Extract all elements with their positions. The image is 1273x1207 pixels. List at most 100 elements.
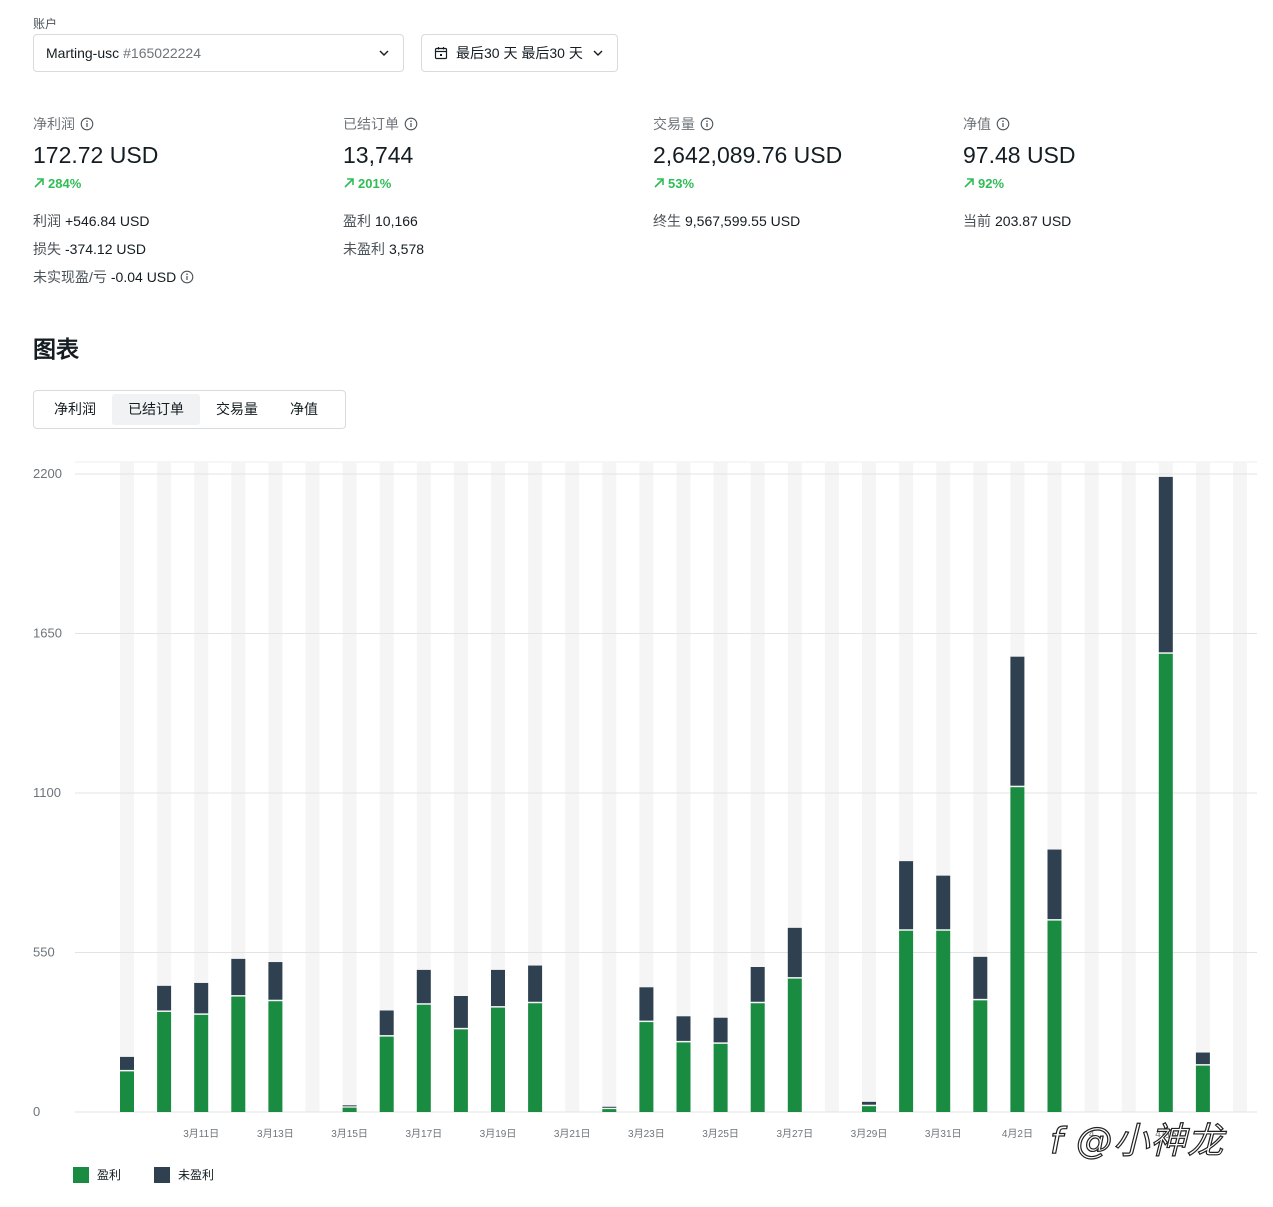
- date-range-label: 最后30 天 最后30 天: [456, 45, 583, 61]
- x-tick-label: 3月27日: [776, 1128, 813, 1140]
- metric-row: 未实现盈/亏 -0.04 USD: [33, 267, 333, 287]
- row-label: 盈利: [343, 213, 371, 229]
- account-name: Marting-usc: [46, 45, 120, 61]
- row-label: 未盈利: [343, 241, 385, 257]
- y-tick-label: 1650: [33, 626, 62, 641]
- calendar-icon: [434, 46, 448, 60]
- arrow-up-right-icon: [653, 177, 665, 189]
- bar-profit: [379, 1036, 394, 1112]
- metric-title: 净利润: [33, 116, 75, 132]
- bar-loss: [1047, 849, 1062, 920]
- bar-background: [1084, 462, 1099, 1112]
- bar-profit: [713, 1043, 728, 1112]
- bar-profit: [750, 1003, 765, 1112]
- x-tick-label: 3月19日: [480, 1128, 517, 1140]
- x-tick-label: 3月25日: [702, 1128, 739, 1140]
- metric-change-value: 201%: [358, 175, 392, 191]
- metric-row: 损失 -374.12 USD: [33, 239, 333, 259]
- bar-background: [305, 462, 320, 1112]
- metric-change: 53%: [653, 175, 953, 191]
- bar-loss: [676, 1016, 691, 1041]
- bar-loss: [231, 958, 246, 996]
- x-tick-label: 3月21日: [554, 1128, 591, 1140]
- account-select[interactable]: Marting-usc #165022224: [33, 34, 404, 72]
- tab-closed-orders[interactable]: 已结订单: [112, 394, 200, 425]
- metric-row: 当前 203.87 USD: [963, 211, 1263, 231]
- bar-profit: [862, 1106, 876, 1112]
- bar-loss: [528, 965, 543, 1002]
- chart-tabs: 净利润 已结订单 交易量 净值: [33, 390, 346, 429]
- metric-change-value: 53%: [668, 175, 695, 191]
- bar-loss: [899, 861, 914, 930]
- info-icon[interactable]: [404, 117, 418, 131]
- bar-background: [602, 462, 617, 1112]
- info-icon[interactable]: [700, 117, 714, 131]
- metric-change-value: 92%: [978, 175, 1005, 191]
- bar-loss: [157, 985, 172, 1011]
- watermark: f @小神龙: [1049, 1120, 1225, 1162]
- info-icon[interactable]: [996, 117, 1010, 131]
- y-tick-label: 2200: [33, 466, 62, 481]
- bar-loss: [194, 982, 209, 1014]
- bar-loss: [1195, 1052, 1210, 1065]
- bar-loss: [491, 969, 505, 1007]
- bar-background: [1121, 462, 1136, 1112]
- metric-row: 未盈利 3,578: [343, 239, 643, 259]
- metric-row: 终生 9,567,599.55 USD: [653, 211, 953, 231]
- date-range-select[interactable]: 最后30 天 最后30 天: [421, 34, 618, 72]
- bar-profit: [973, 1000, 988, 1112]
- row-value: -374.12 USD: [65, 241, 146, 257]
- bar-loss: [602, 1106, 617, 1108]
- metric-change-value: 284%: [48, 175, 82, 191]
- tab-net-profit[interactable]: 净利润: [38, 394, 112, 425]
- closed-orders-chart: 0 550 1100 1650 2200 3月11日 3月13日 3月15日 3月17日 3月19…: [33, 461, 1257, 1140]
- bar-profit: [1158, 653, 1173, 1112]
- row-label: 终生: [653, 213, 681, 229]
- bar-background: [713, 462, 728, 1112]
- bar-profit: [120, 1071, 134, 1112]
- bar-background: [342, 462, 357, 1112]
- bar-background: [824, 462, 839, 1112]
- metric-closed-orders: 已结订单 13,744 201% 盈利 10,166 未盈利 3,578: [343, 115, 643, 259]
- bar-background: [862, 462, 876, 1112]
- row-value: 203.87 USD: [995, 213, 1072, 229]
- bar-profit: [231, 996, 246, 1112]
- metric-change: 92%: [963, 175, 1263, 191]
- bar-loss: [936, 875, 951, 930]
- x-tick-label: 3月15日: [331, 1128, 368, 1140]
- bar-loss: [1158, 476, 1173, 653]
- tab-volume[interactable]: 交易量: [200, 394, 274, 425]
- metric-change: 201%: [343, 175, 643, 191]
- row-value: 10,166: [375, 213, 418, 229]
- bar-profit: [1010, 787, 1025, 1112]
- bar-loss: [750, 967, 765, 1002]
- bar-profit: [1047, 920, 1062, 1112]
- bar-profit: [416, 1004, 431, 1112]
- bar-background: [120, 462, 134, 1112]
- metric-row: 利润 +546.84 USD: [33, 211, 333, 231]
- bar-background: [676, 462, 691, 1112]
- bar-profit: [899, 930, 914, 1112]
- bar-loss: [379, 1010, 394, 1036]
- info-icon[interactable]: [80, 117, 94, 131]
- charts-section-title: 图表: [33, 336, 79, 362]
- bar-loss: [453, 996, 468, 1028]
- y-tick-label: 550: [33, 945, 55, 960]
- metric-equity: 净值 97.48 USD 92% 当前 203.87 USD: [963, 115, 1263, 231]
- metric-volume: 交易量 2,642,089.76 USD 53% 终生 9,567,599.55 …: [653, 115, 953, 231]
- bar-loss: [120, 1056, 134, 1070]
- x-tick-label: 4月2日: [1002, 1128, 1033, 1140]
- y-tick-label: 0: [33, 1104, 40, 1119]
- bar-profit: [602, 1109, 617, 1112]
- info-icon[interactable]: [180, 270, 194, 284]
- bar-profit: [268, 1001, 283, 1112]
- bar-profit: [936, 930, 951, 1112]
- chevron-down-icon: [591, 46, 605, 60]
- tab-equity[interactable]: 净值: [274, 394, 334, 425]
- legend-label: 未盈利: [178, 1168, 215, 1182]
- row-value: 3,578: [389, 241, 425, 257]
- row-value: -0.04 USD: [110, 269, 177, 285]
- bar-loss: [416, 969, 431, 1004]
- account-label: 账户: [33, 17, 58, 31]
- metric-net-profit: 净利润 172.72 USD 284% 利润 +546.84 USD 损失 -374…: [33, 115, 333, 287]
